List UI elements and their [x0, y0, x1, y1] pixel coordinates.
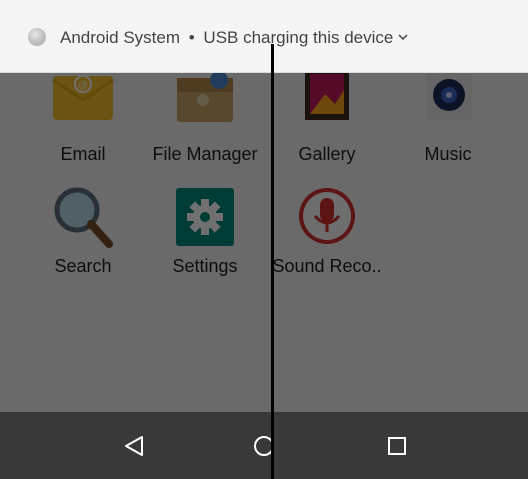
- app-file-manager[interactable]: File Manager: [145, 68, 265, 168]
- notification-message: USB charging this device: [203, 28, 394, 47]
- notification-app-name: Android System: [60, 28, 180, 47]
- app-sound-recorder[interactable]: Sound Reco..: [267, 180, 387, 290]
- navigation-bar: [0, 412, 528, 479]
- music-icon: [426, 70, 472, 120]
- search-icon: [54, 187, 113, 248]
- app-gallery[interactable]: Gallery: [267, 68, 387, 168]
- svg-text:@: @: [78, 80, 88, 91]
- app-label-music: Music: [424, 144, 472, 164]
- notification-separator: •: [188, 28, 195, 47]
- app-label-sound-recorder: Sound Reco..: [272, 256, 382, 276]
- app-search[interactable]: Search: [23, 180, 143, 290]
- app-label-settings: Settings: [172, 256, 238, 276]
- notification-text: Android System • USB charging this devic…: [60, 28, 393, 48]
- app-music[interactable]: Music: [388, 68, 508, 168]
- chevron-down-icon[interactable]: [396, 30, 410, 44]
- settings-icon: [176, 188, 234, 246]
- app-label-gallery: Gallery: [298, 144, 356, 164]
- app-label-search: Search: [54, 256, 112, 276]
- file-manager-icon: [177, 71, 233, 122]
- notification-bar[interactable]: Android System • USB charging this devic…: [0, 0, 528, 73]
- gallery-icon: [305, 70, 349, 120]
- back-icon[interactable]: [122, 434, 146, 458]
- sound-recorder-icon: [299, 188, 355, 244]
- app-email[interactable]: @ Email: [23, 68, 143, 168]
- email-icon: @: [52, 75, 114, 120]
- android-system-icon: [28, 28, 46, 46]
- app-label-email: Email: [60, 144, 106, 164]
- vertical-divider-line: [271, 44, 274, 479]
- app-settings[interactable]: Settings: [145, 180, 265, 290]
- recents-icon[interactable]: [385, 434, 409, 458]
- app-label-file-manager: File Manager: [152, 144, 258, 164]
